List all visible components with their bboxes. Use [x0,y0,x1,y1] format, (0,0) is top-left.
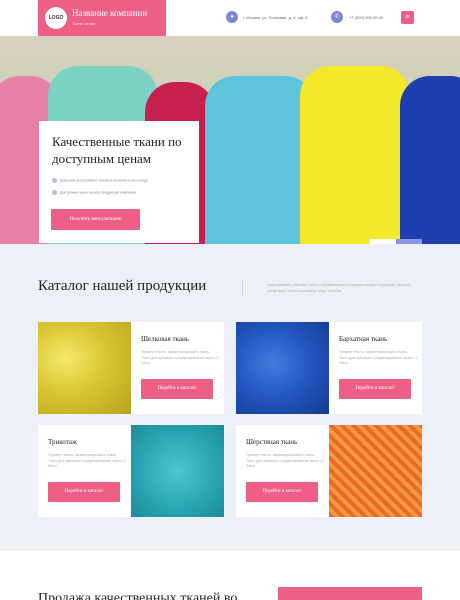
location-icon: ● [226,11,238,23]
catalog-link-button[interactable]: Перейти в каталог [339,379,411,399]
hero-point: Доступные цены на всю продукцию компании [52,190,136,195]
slider-prev-button[interactable]: ‹ [370,239,396,244]
catalog-title: Каталог нашей продукции [38,278,207,294]
brand-block[interactable]: LOGO Название компании Ткани оптом [38,0,166,36]
hero-point-text: Широкий ассортимент тканей в наличии и н… [60,178,148,183]
hero-card: Качественные ткани по доступным ценам Ши… [39,121,199,243]
company-tagline: Ткани оптом [72,21,96,26]
knitwear-fabric-image[interactable] [131,425,224,517]
catalog-link-button[interactable]: Перейти в каталог [48,482,120,502]
bottom-section: Продажа качественных тканей во [0,551,460,600]
catalog-link-button[interactable]: Перейти в каталог [246,482,318,502]
catalog-link-button[interactable]: Перейти в каталог [141,379,213,399]
card-description: Пример текста, характеризующего ткань. Т… [246,453,324,468]
card-title[interactable]: Шерстяная ткань [246,438,297,446]
card-title[interactable]: Трикотаж [48,438,77,446]
catalog-description: Наша компания работает только с проверен… [267,283,411,293]
fabric-roll-blue [400,76,460,244]
header-phone[interactable]: +7 (000) 000-00-00 [349,15,383,20]
card-description: Пример текста, характеризующего ткань. Т… [339,350,417,365]
menu-button[interactable]: ≡ [401,11,414,24]
bottom-cta-button[interactable] [278,587,422,600]
header-address: г. Москва, ул. Полковая, д. 4, оф. 5 [243,15,308,20]
site-header: LOGO Название компании Ткани оптом ● г. … [0,0,460,36]
card-description: Пример текста, характеризующего ткань. Т… [141,350,219,365]
company-name: Название компании [72,8,148,18]
consultation-button[interactable]: Получить консультацию [51,209,140,230]
card-title[interactable]: Бархатная ткань [339,335,387,343]
check-icon [52,178,57,183]
logo[interactable]: LOGO [45,7,67,29]
catalog-card-knitwear: Трикотаж Пример текста, характеризующего… [38,425,224,517]
velvet-fabric-image[interactable] [236,322,329,414]
catalog-card-silk: Шелковая ткань Пример текста, характериз… [38,322,224,414]
hero-title: Качественные ткани по доступным ценам [52,134,182,166]
catalog-card-velvet: Бархатная ткань Пример текста, характери… [236,322,422,414]
wool-fabric-image[interactable] [329,425,422,517]
bottom-title: Продажа качественных тканей во [38,591,238,600]
slider-next-button[interactable]: › [396,239,422,244]
menu-icon: ≡ [405,14,410,21]
hero-point-text: Доступные цены на всю продукцию компании [60,190,137,195]
fabric-roll-yellow [300,66,410,244]
card-description: Пример текста, характеризующего ткань. Т… [48,453,126,468]
catalog-card-wool: Шерстяная ткань Пример текста, характери… [236,425,422,517]
hero-point: Широкий ассортимент тканей в наличии и н… [52,178,148,183]
silk-fabric-image[interactable] [38,322,131,414]
card-title[interactable]: Шелковая ткань [141,335,189,343]
fabric-roll-cyan [205,76,315,244]
divider [242,280,243,296]
phone-icon[interactable]: ✆ [331,11,343,23]
check-icon [52,190,57,195]
